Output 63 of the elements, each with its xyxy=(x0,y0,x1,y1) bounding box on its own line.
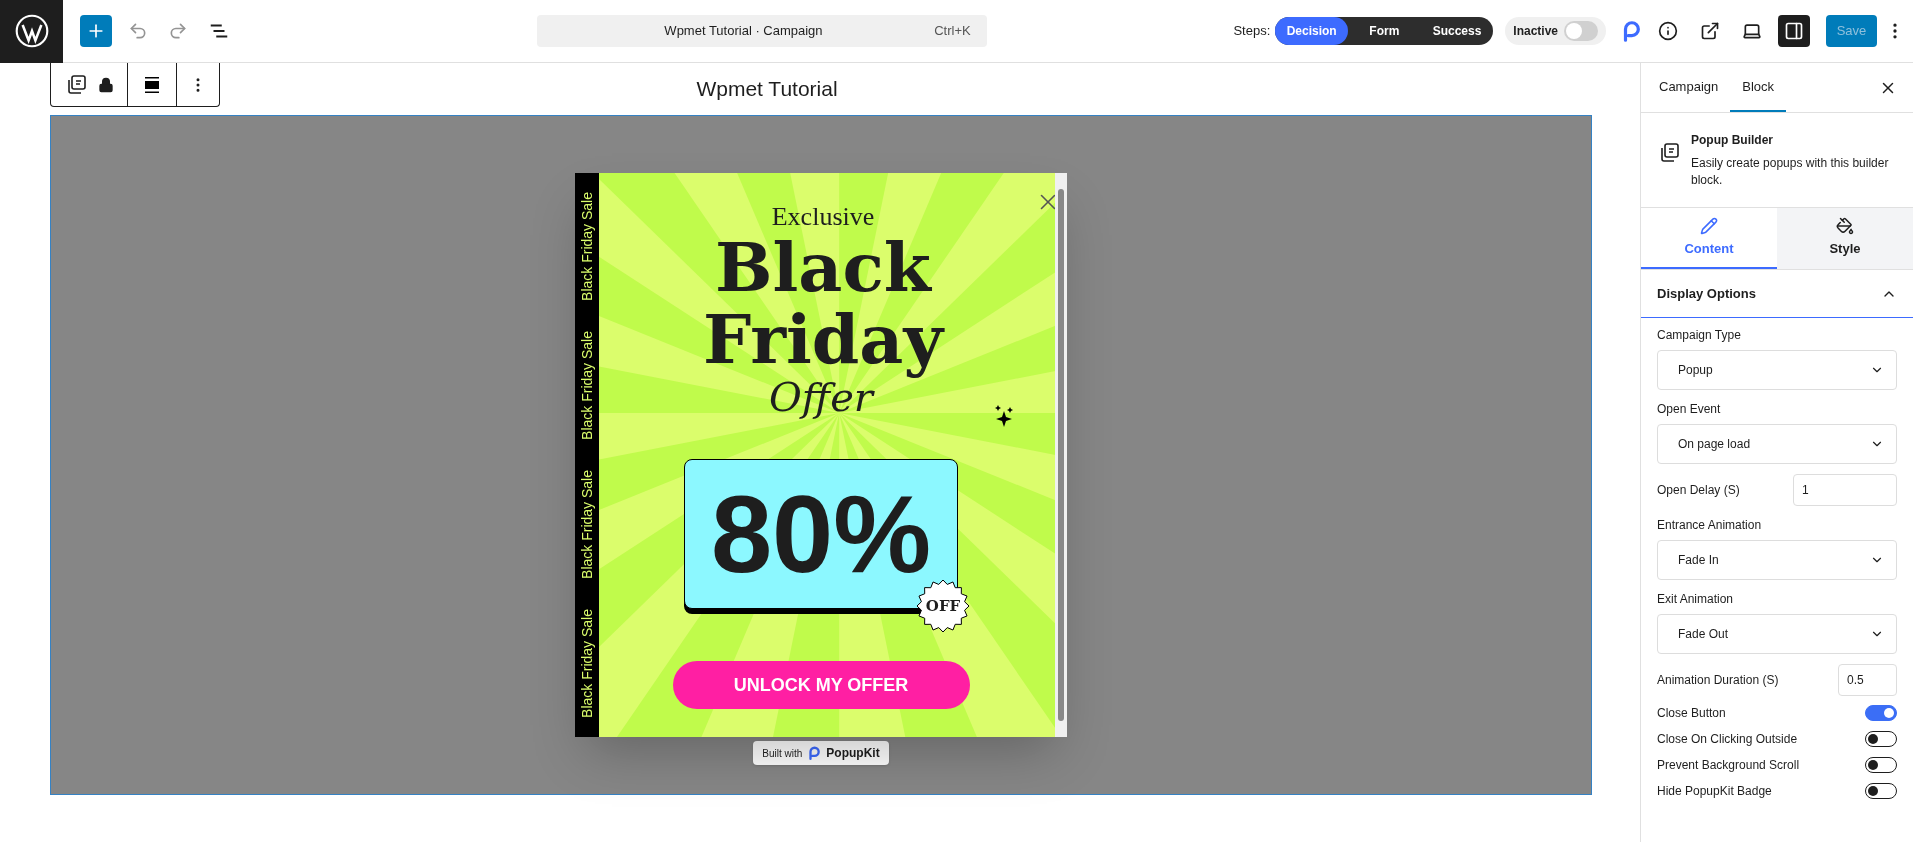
undo-icon[interactable] xyxy=(128,21,148,41)
document-title: Wpmet Tutorial · Campaign xyxy=(663,22,824,41)
field-label: Campaign Type xyxy=(1657,327,1742,344)
number-field[interactable]: 1 xyxy=(1793,474,1897,506)
built-with-badge[interactable]: Built with PopupKit xyxy=(753,741,889,765)
block-description: Easily create popups with this builder block. xyxy=(1691,155,1890,189)
info-icon[interactable] xyxy=(1658,21,1678,41)
field-label: Hide PopupKit Badge xyxy=(1657,783,1772,800)
ribbon-text: Black Friday Sale xyxy=(577,192,596,301)
toggle-switch[interactable] xyxy=(1865,783,1897,799)
step-tab[interactable]: Decision xyxy=(1275,17,1348,45)
field-label: Close On Clicking Outside xyxy=(1657,731,1798,748)
page-title: Wpmet Tutorial xyxy=(696,76,838,103)
toggle-switch[interactable] xyxy=(1865,731,1897,747)
field-label: Prevent Background Scroll xyxy=(1657,757,1800,774)
status-switch[interactable] xyxy=(1564,21,1598,41)
popup-scrollbar[interactable] xyxy=(1055,173,1067,737)
number-field[interactable]: 0.5 xyxy=(1838,664,1897,696)
sparkle-icon xyxy=(994,403,1014,429)
toggle-switch[interactable] xyxy=(1865,705,1897,721)
field-label: Entrance Animation xyxy=(1657,517,1763,534)
settings-panel-button[interactable] xyxy=(1778,15,1810,47)
status-label: Inactive xyxy=(1513,23,1558,40)
select-field[interactable]: Fade Out xyxy=(1657,614,1897,654)
command-search-bar[interactable]: Wpmet Tutorial · Campaign Ctrl+K xyxy=(536,15,987,47)
redo-icon[interactable] xyxy=(168,21,188,41)
field-label: Close Button xyxy=(1657,705,1726,722)
shortcut-hint: Ctrl+K xyxy=(934,22,971,41)
field-label: Exit Animation xyxy=(1657,591,1735,608)
external-link-icon[interactable] xyxy=(1700,21,1720,41)
paint-bucket-icon xyxy=(1836,216,1854,235)
add-block-button[interactable] xyxy=(80,15,112,47)
ribbon-text: Black Friday Sale xyxy=(577,609,596,718)
wordpress-logo-icon[interactable] xyxy=(0,0,63,63)
sidebar-tab[interactable]: Block xyxy=(1730,63,1787,112)
block-title: Popup Builder xyxy=(1691,132,1774,149)
built-with-text: Built with xyxy=(762,746,803,761)
ribbon-text: Black Friday Sale xyxy=(577,331,596,440)
sidebar-panel-icon xyxy=(1784,21,1804,41)
ribbon-text: Black Friday Sale xyxy=(577,470,596,579)
laptop-icon[interactable] xyxy=(1742,21,1762,41)
sidebar-tab[interactable]: Campaign xyxy=(1647,63,1731,112)
pencil-icon xyxy=(1700,216,1718,235)
steps-label: Steps: xyxy=(1233,22,1271,41)
unlock-offer-button[interactable]: UNLOCK MY OFFER xyxy=(672,661,970,709)
field-label: Open Event xyxy=(1657,401,1722,418)
field-label: Animation Duration (S) xyxy=(1657,672,1779,689)
status-toggle-pill[interactable]: Inactive xyxy=(1505,17,1606,45)
toggle-switch[interactable] xyxy=(1865,757,1897,773)
field-label: Open Delay (S) xyxy=(1657,482,1740,499)
select-field[interactable]: Popup xyxy=(1657,350,1897,390)
step-tab[interactable]: Form xyxy=(1347,17,1421,45)
discount-text: 80% xyxy=(710,479,932,589)
align-icon[interactable] xyxy=(142,74,162,95)
lock-icon[interactable] xyxy=(98,76,114,93)
section-header[interactable]: Display Options xyxy=(1641,270,1913,318)
step-tab[interactable]: Success xyxy=(1420,17,1494,45)
select-field[interactable]: On page load xyxy=(1657,424,1897,464)
select-field[interactable]: Fade In xyxy=(1657,540,1897,580)
panel-tab[interactable]: Style xyxy=(1777,208,1913,269)
brand-text: PopupKit xyxy=(826,745,880,762)
off-label: OFF xyxy=(925,595,961,617)
p-logo-icon xyxy=(807,746,822,760)
